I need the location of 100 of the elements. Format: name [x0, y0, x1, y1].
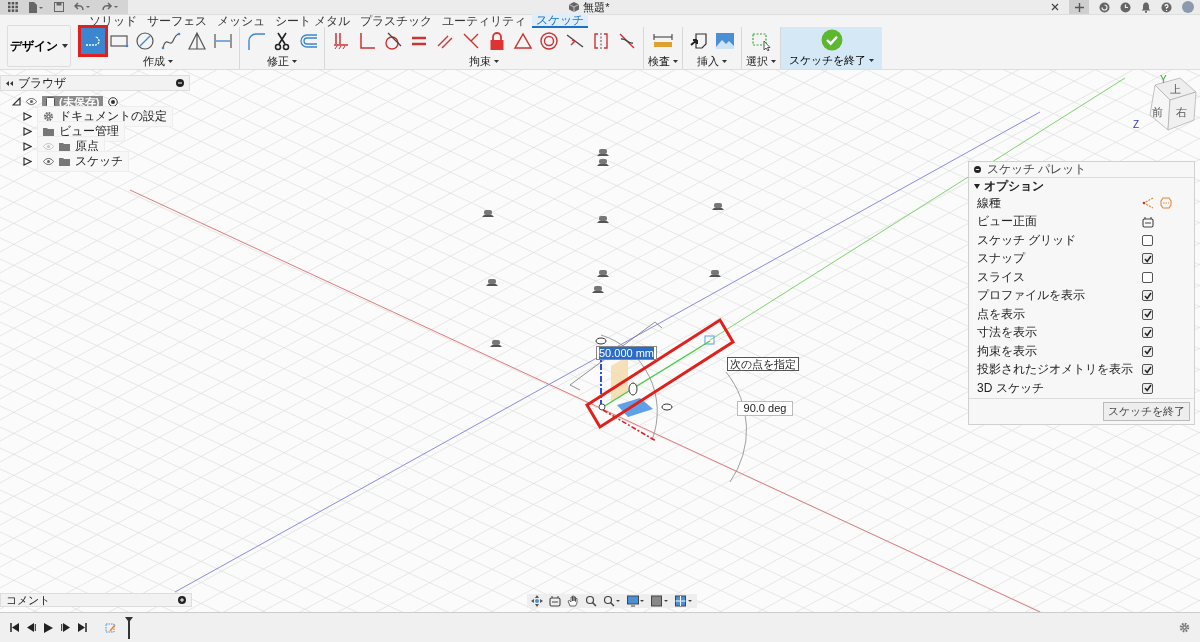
view-cube[interactable]	[1149, 77, 1197, 131]
checkbox[interactable]	[1142, 382, 1153, 394]
zoom-icon[interactable]	[585, 595, 597, 607]
group-menu[interactable]: 拘束	[469, 55, 499, 68]
constraint-marker-icon	[592, 286, 604, 293]
finish-sketch-button[interactable]: スケッチを終了	[1103, 401, 1190, 421]
play-icon[interactable]	[44, 622, 53, 633]
ribbon-tab[interactable]: ユーティリティ	[438, 15, 531, 27]
visual-style-icon[interactable]	[651, 595, 669, 607]
option-label: 線種	[977, 194, 1002, 212]
option-label: 拘束を表示	[977, 342, 1038, 360]
caret-icon	[869, 58, 874, 62]
checkbox[interactable]	[1142, 290, 1153, 302]
eye-icon[interactable]	[26, 98, 37, 105]
expand-icon[interactable]	[23, 157, 32, 166]
pan-hand-icon[interactable]	[567, 595, 579, 607]
skip-to-end-icon[interactable]	[78, 623, 87, 632]
expand-icon[interactable]	[23, 127, 32, 136]
collapse-icon[interactable]	[6, 80, 13, 86]
caret-icon	[771, 60, 776, 63]
option-label: 3D スケッチ	[977, 379, 1045, 397]
spline-icon	[161, 31, 181, 51]
expand-icon[interactable]	[23, 112, 32, 121]
timeline-marker-icon[interactable]	[125, 616, 133, 639]
checkbox[interactable]	[1142, 271, 1153, 283]
view-cube-label[interactable]: 上	[1170, 83, 1181, 95]
checkbox[interactable]	[1142, 308, 1153, 320]
line-tool-tool-button[interactable]	[81, 28, 105, 54]
options-icon[interactable]	[974, 166, 981, 173]
settings-icon[interactable]	[1179, 622, 1190, 633]
option-label: スライス	[977, 268, 1026, 286]
step-forward-icon[interactable]	[61, 623, 70, 632]
redo-icon[interactable]	[102, 2, 120, 12]
manipulator-handle[interactable]	[628, 382, 638, 396]
option-label: プロファイルを表示	[977, 287, 1086, 305]
group-menu[interactable]: 修正	[267, 55, 297, 68]
apps-grid-icon[interactable]	[8, 2, 18, 12]
circle-icon	[135, 31, 155, 51]
offset-icon	[298, 31, 318, 51]
ribbon-tab[interactable]: シート メタル	[271, 15, 355, 27]
look-at-icon[interactable]	[1142, 215, 1154, 228]
help-icon[interactable]	[1161, 1, 1172, 13]
constraint-marker-icon	[597, 149, 609, 156]
construction-line-icon[interactable]	[1142, 197, 1154, 210]
constraint-marker-icon	[597, 270, 609, 277]
new-tab-button[interactable]	[1069, 0, 1089, 14]
ribbon-tab[interactable]: プラスチック	[356, 15, 437, 27]
triangle-outline-icon	[513, 31, 533, 51]
save-icon[interactable]	[54, 2, 64, 12]
group-menu[interactable]: 選択	[746, 55, 776, 68]
add-icon[interactable]	[178, 596, 186, 604]
eye-icon[interactable]	[43, 158, 54, 165]
close-icon[interactable]	[1051, 3, 1059, 11]
group-menu[interactable]: 挿入	[697, 55, 727, 68]
checkbox[interactable]	[1142, 345, 1153, 357]
look-at-icon[interactable]	[549, 595, 561, 607]
undo-icon[interactable]	[74, 2, 92, 12]
panel-title: コメント	[6, 592, 50, 608]
grid-settings-icon[interactable]	[675, 595, 693, 607]
selection-box-icon	[751, 31, 771, 51]
options-section-header[interactable]: オプション	[969, 178, 1194, 194]
axis-guide-line	[602, 409, 657, 442]
sketch-point	[598, 403, 606, 411]
manipulator-handle[interactable]	[661, 403, 673, 411]
checkbox[interactable]	[1142, 364, 1153, 376]
step-back-icon[interactable]	[27, 623, 36, 632]
ribbon-tab[interactable]: スケッチ	[532, 14, 589, 28]
view-cube-label[interactable]: 右	[1176, 106, 1187, 118]
caret-icon	[673, 60, 678, 63]
expand-icon[interactable]	[12, 97, 21, 106]
scissors-icon	[272, 31, 292, 51]
angle-input[interactable]: 90.0 deg	[737, 401, 793, 416]
ribbon-tab[interactable]: メッシュ	[213, 15, 269, 27]
document-title: 無題*	[583, 0, 610, 15]
workspace-button[interactable]: デザイン	[7, 25, 71, 67]
group-menu[interactable]: 作成	[143, 55, 173, 68]
image-icon	[715, 31, 735, 51]
file-icon[interactable]	[28, 1, 44, 13]
checkbox[interactable]	[1142, 234, 1153, 246]
expand-icon[interactable]	[23, 142, 32, 151]
refresh-circle-icon[interactable]	[1099, 1, 1110, 13]
options-icon[interactable]	[176, 79, 184, 87]
constraint-marker-icon	[482, 210, 494, 217]
tangent-circle-icon	[383, 31, 403, 51]
checkbox[interactable]	[1142, 327, 1153, 339]
bell-icon[interactable]	[1141, 1, 1151, 13]
view-cube-label[interactable]: 前	[1152, 106, 1163, 118]
group-menu[interactable]: 検査	[648, 55, 678, 68]
checkbox[interactable]	[1142, 253, 1153, 265]
bracket-line-icon	[213, 31, 233, 51]
clock-icon[interactable]	[1120, 1, 1131, 13]
skip-to-start-icon[interactable]	[10, 623, 19, 632]
option-label: 投影されたジオメトリを表示	[977, 361, 1134, 379]
display-icon[interactable]	[627, 595, 645, 607]
manipulator-handle[interactable]	[595, 337, 607, 345]
active-radio-icon[interactable]	[108, 96, 119, 107]
ribbon-tab[interactable]: サーフェス	[143, 15, 211, 27]
zoom-window-icon[interactable]	[603, 595, 621, 607]
dimension-input[interactable]: 50.000 mm	[596, 346, 658, 360]
orbit-icon[interactable]	[531, 595, 543, 607]
